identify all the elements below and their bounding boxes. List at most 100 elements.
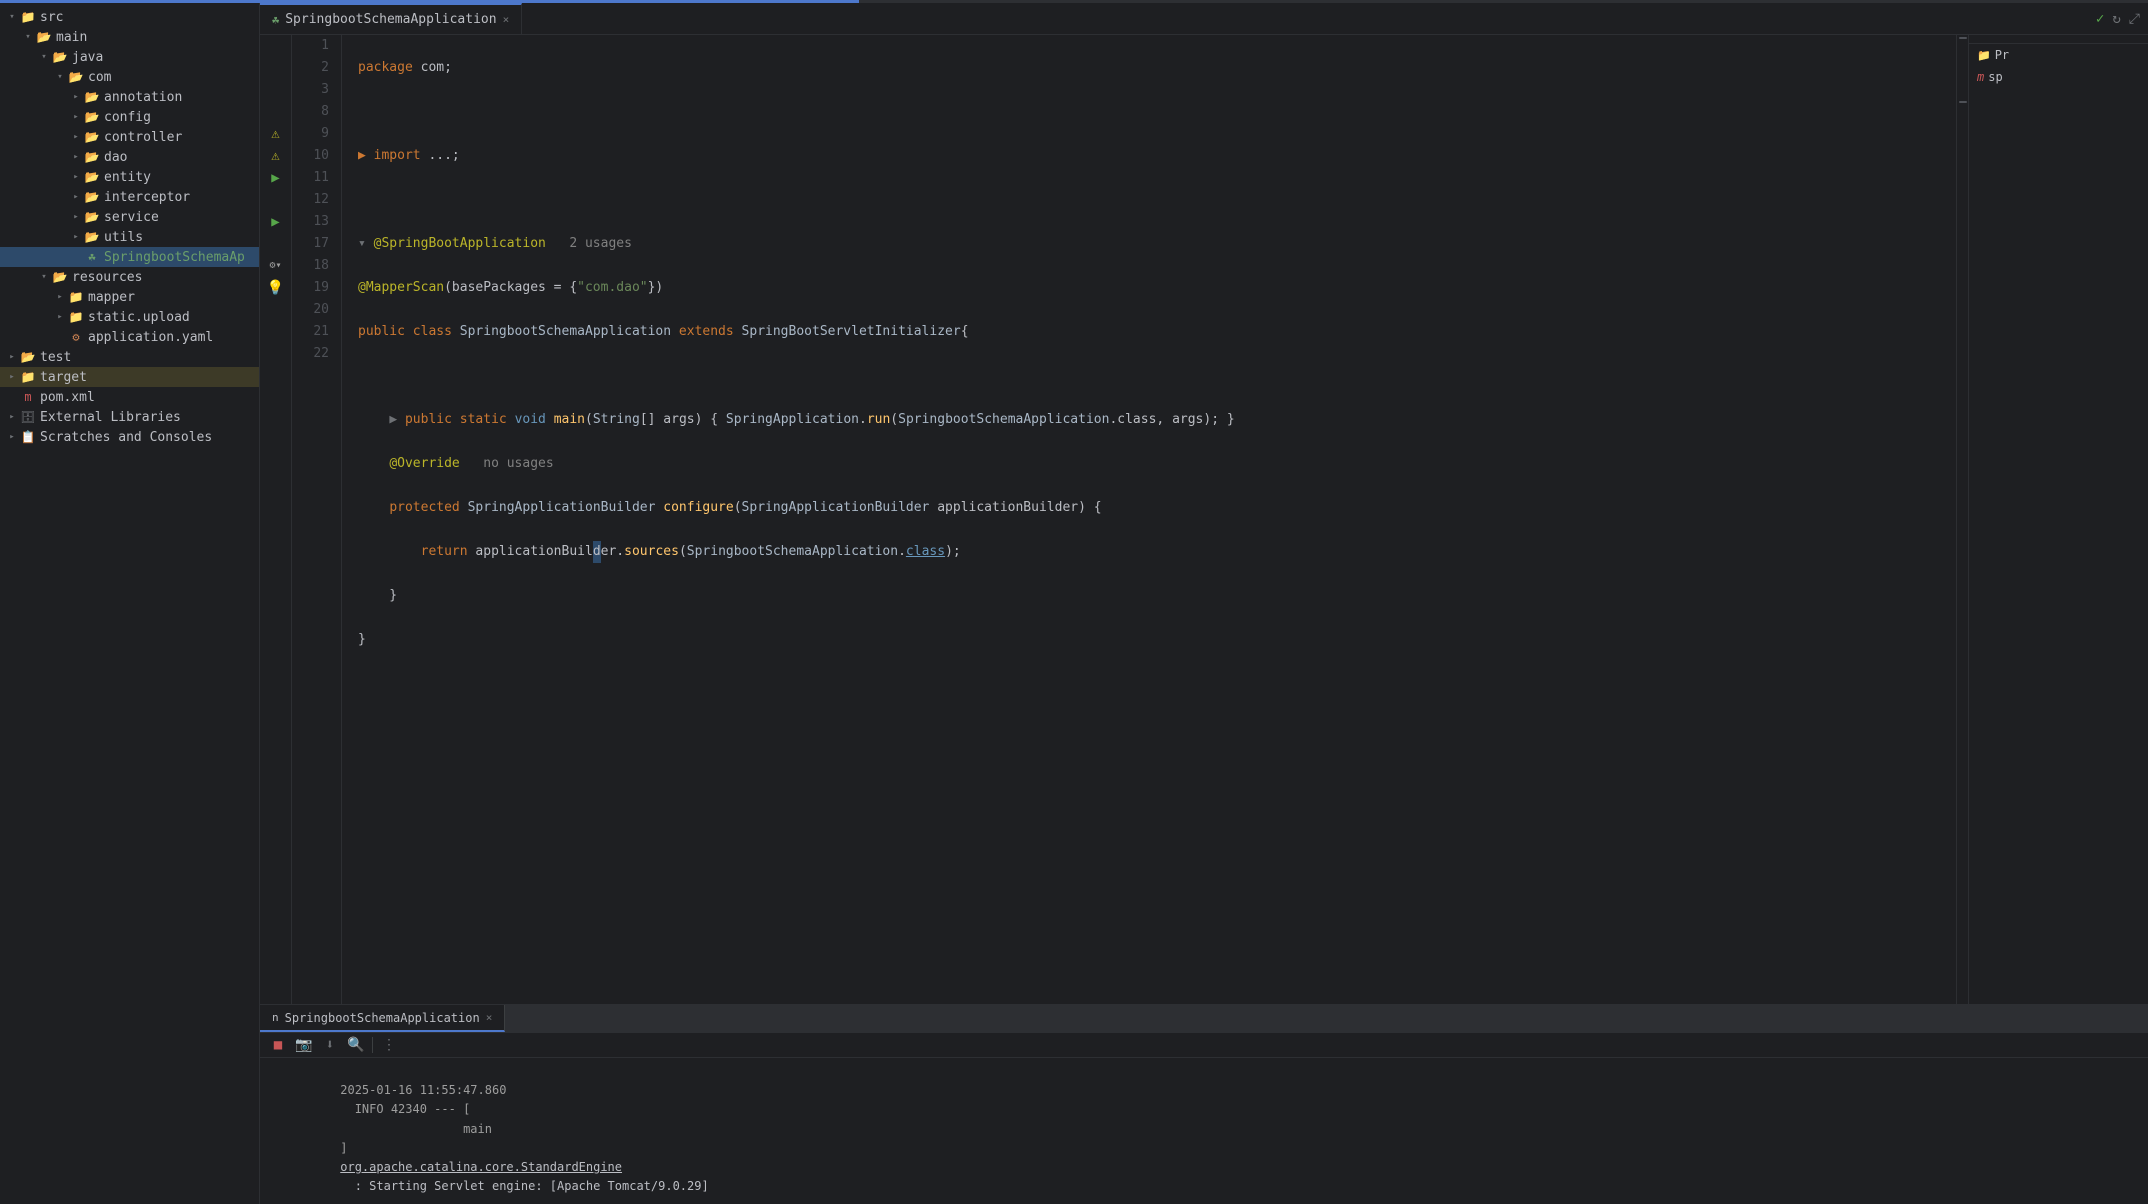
sidebar-label-utils: utils — [104, 230, 143, 245]
scroll-mark-2 — [1959, 101, 1967, 103]
sidebar-label-test: test — [40, 350, 71, 365]
sidebar-item-main[interactable]: 📂 main — [0, 27, 259, 47]
line-num-8: 8 — [292, 101, 329, 123]
sidebar-item-src[interactable]: 📁 src — [0, 7, 259, 27]
arrow-main — [20, 29, 36, 45]
console-content[interactable]: 2025-01-16 11:55:47.860 INFO 42340 --- [… — [260, 1058, 2148, 1204]
line-num-11: 11 — [292, 167, 329, 189]
refresh-icon[interactable]: ↻ — [2112, 11, 2120, 27]
run-tab-icon: n — [272, 1011, 279, 1024]
gutter-12 — [260, 189, 291, 211]
sidebar-item-dao[interactable]: 📂 dao — [0, 147, 259, 167]
code-line-10: @MapperScan(basePackages = {"com.dao"}) — [358, 277, 1956, 299]
arrow-java — [36, 49, 52, 65]
sidebar-label-scratches: Scratches and Consoles — [40, 430, 212, 445]
right-panel-item-sp[interactable]: m sp — [1969, 66, 2148, 88]
sidebar-item-annotation[interactable]: 📂 annotation — [0, 87, 259, 107]
run-tab-close[interactable]: × — [486, 1011, 493, 1024]
sidebar-item-application-yaml[interactable]: ⚙ application.yaml — [0, 327, 259, 347]
sidebar-item-service[interactable]: 📂 service — [0, 207, 259, 227]
scrollbar-gutter[interactable] — [1956, 35, 1968, 1004]
screenshot-button[interactable]: 📷 — [294, 1035, 314, 1055]
sidebar-item-entity[interactable]: 📂 entity — [0, 167, 259, 187]
log-thread-1: main — [340, 1122, 492, 1136]
line-num-9: 9 — [292, 123, 329, 145]
bottom-tab-run[interactable]: n SpringbootSchemaApplication × — [260, 1005, 505, 1032]
gutter-2 — [260, 57, 291, 79]
editor-tab-active[interactable]: ☘ SpringbootSchemaApplication × — [260, 3, 522, 34]
code-line-19: return applicationBuilder.sources(Spring… — [358, 541, 1956, 563]
log-info-1: INFO 42340 --- [ — [340, 1102, 470, 1116]
expand-icon[interactable]: ⤢ — [2129, 11, 2140, 27]
sidebar-item-test[interactable]: 📂 test — [0, 347, 259, 367]
sidebar-label-config: config — [104, 110, 151, 125]
code-line-21: } — [358, 629, 1956, 651]
code-content[interactable]: package com; ▶ import ...; ▾ @SpringBoot… — [342, 35, 1956, 1004]
sidebar-item-pom[interactable]: m pom.xml — [0, 387, 259, 407]
sidebar-item-ext-libs[interactable]: 🗄 External Libraries — [0, 407, 259, 427]
gutter-10: ⚠ — [260, 145, 291, 167]
scroll-mark-1 — [1959, 37, 1967, 39]
check-icon[interactable]: ✓ — [2096, 11, 2104, 27]
line-num-1: 1 — [292, 35, 329, 57]
log-line-1: 2025-01-16 11:55:47.860 INFO 42340 --- [… — [268, 1062, 2140, 1204]
bottom-panel: n SpringbootSchemaApplication × ■ 📷 ⬇ 🔍 … — [260, 1004, 2148, 1204]
line-num-13: 13 — [292, 211, 329, 233]
code-line-22 — [358, 673, 1956, 695]
sidebar-item-config[interactable]: 📂 config — [0, 107, 259, 127]
arrow-src — [4, 9, 20, 25]
right-panel-icon-m: m — [1977, 70, 1984, 84]
line-num-18: 18 — [292, 255, 329, 277]
sidebar-item-controller[interactable]: 📂 controller — [0, 127, 259, 147]
gutter-20 — [260, 299, 291, 321]
gutter-8 — [260, 101, 291, 123]
folder-config-icon: 📂 — [84, 109, 100, 125]
line-num-12: 12 — [292, 189, 329, 211]
sidebar-label-spring-app: SpringbootSchemaAp — [104, 250, 245, 265]
sidebar-item-static-upload[interactable]: 📁 static.upload — [0, 307, 259, 327]
editor-tab-label: SpringbootSchemaApplication — [285, 12, 496, 27]
stop-button[interactable]: ■ — [268, 1035, 288, 1055]
folder-scratches-icon: 📋 — [20, 429, 36, 445]
arrow-com — [52, 69, 68, 85]
folder-static-icon: 📁 — [68, 309, 84, 325]
folder-src-icon: 📁 — [20, 9, 36, 25]
sidebar-item-java[interactable]: 📂 java — [0, 47, 259, 67]
sidebar-label-com: com — [88, 70, 111, 85]
sidebar-item-interceptor[interactable]: 📂 interceptor — [0, 187, 259, 207]
sidebar-item-resources[interactable]: 📂 resources — [0, 267, 259, 287]
download-button[interactable]: ⬇ — [320, 1035, 340, 1055]
folder-interceptor-icon: 📂 — [84, 189, 100, 205]
sidebar-label-pom: pom.xml — [40, 390, 95, 405]
folder-main-icon: 📂 — [36, 29, 52, 45]
tab-close-button[interactable]: × — [503, 13, 510, 26]
sidebar-label-interceptor: interceptor — [104, 190, 190, 205]
code-line-9: ▾ @SpringBootApplication 2 usages — [358, 233, 1956, 255]
sidebar-item-mapper[interactable]: 📁 mapper — [0, 287, 259, 307]
gutter-13: ▶ — [260, 211, 291, 233]
code-line-13: ▶ public static void main(String[] args)… — [358, 409, 1956, 431]
search-console-button[interactable]: 🔍 — [346, 1035, 366, 1055]
right-panel: 📁 Pr m sp — [1968, 35, 2148, 1004]
right-panel-icon-folder: 📁 — [1977, 49, 1991, 62]
more-options-button[interactable]: ⋮ — [379, 1035, 399, 1055]
sidebar-item-utils[interactable]: 📂 utils — [0, 227, 259, 247]
console-toolbar: ■ 📷 ⬇ 🔍 ⋮ — [260, 1033, 2148, 1058]
sidebar-item-scratches[interactable]: 📋 Scratches and Consoles — [0, 427, 259, 447]
sidebar-item-spring-app[interactable]: ☘ SpringbootSchemaAp — [0, 247, 259, 267]
log-msg-1: : Starting Servlet engine: [Apache Tomca… — [340, 1179, 708, 1193]
sidebar-item-target[interactable]: 📁 target — [0, 367, 259, 387]
line-num-17: 17 — [292, 233, 329, 255]
sidebar-item-com[interactable]: 📂 com — [0, 67, 259, 87]
right-panel-item-pr[interactable]: 📁 Pr — [1969, 44, 2148, 66]
sidebar-label-src: src — [40, 10, 63, 25]
folder-com-icon: 📂 — [68, 69, 84, 85]
arrow-service — [68, 209, 84, 225]
sidebar-label-mapper: mapper — [88, 290, 135, 305]
log-logger-1: org.apache.catalina.core.StandardEngine — [340, 1160, 622, 1174]
folder-controller-icon: 📂 — [84, 129, 100, 145]
gutter-1 — [260, 35, 291, 57]
arrow-static-upload — [52, 309, 68, 325]
folder-mapper-icon: 📁 — [68, 289, 84, 305]
tab-spring-icon: ☘ — [272, 13, 279, 27]
